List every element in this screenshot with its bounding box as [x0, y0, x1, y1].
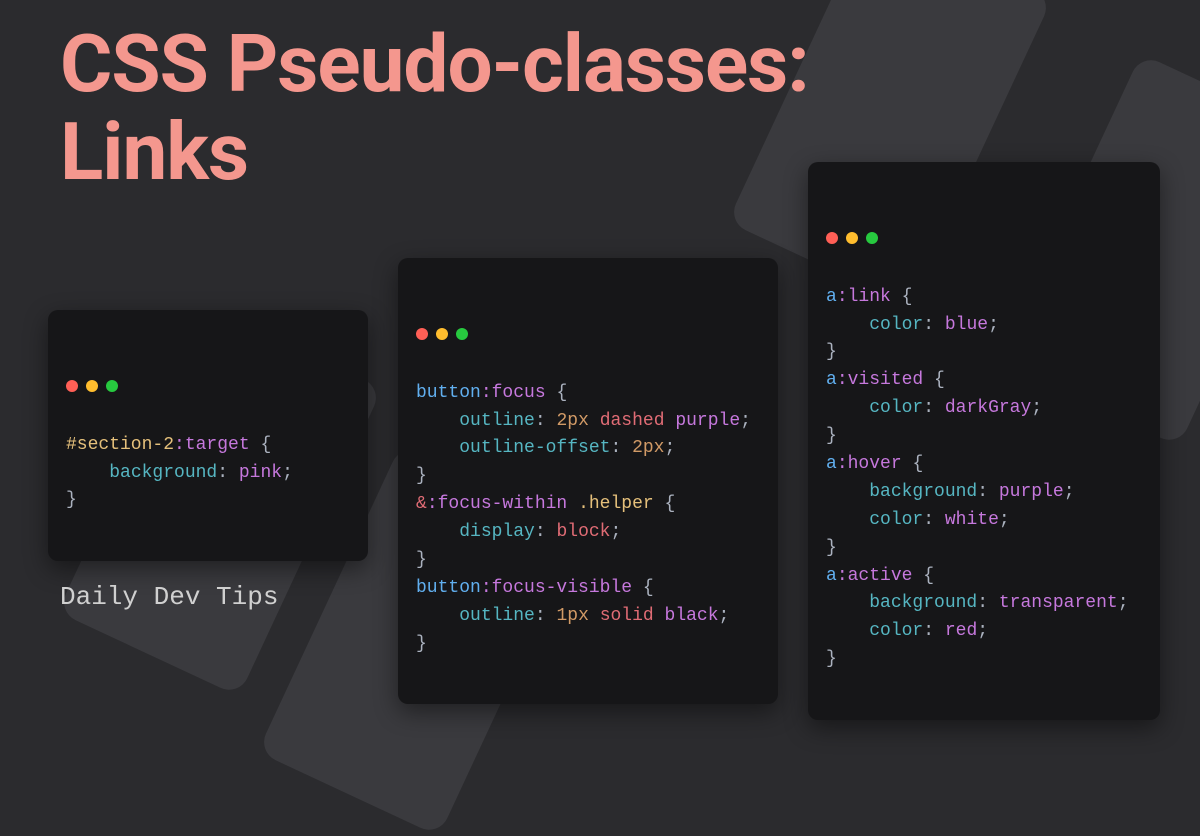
code-block: button:focus { outline: 2px dashed purpl… [416, 380, 760, 659]
css-value: 1px [556, 606, 588, 626]
css-value: purple [675, 411, 740, 431]
selector-id: #section-2 [66, 435, 174, 455]
minimize-icon [86, 380, 98, 392]
window-controls [66, 380, 350, 392]
nesting-operator: & [416, 494, 427, 514]
css-property: color [869, 315, 923, 335]
css-property: color [869, 398, 923, 418]
code-card-links: a:link { color: blue; } a:visited { colo… [808, 162, 1160, 720]
pseudo-class: :active [837, 566, 913, 586]
title-line-1: CSS Pseudo-classes: [60, 17, 809, 111]
css-property: color [869, 510, 923, 530]
pseudo-class: :target [174, 435, 250, 455]
page-title: CSS Pseudo-classes: Links [60, 20, 809, 196]
code-card-target: #section-2:target { background: pink; } [48, 310, 368, 561]
css-value: purple [999, 482, 1064, 502]
css-value: black [665, 606, 719, 626]
css-value: blue [945, 315, 988, 335]
pseudo-class: :focus-within [427, 494, 567, 514]
window-controls [416, 328, 760, 340]
title-line-2: Links [60, 105, 248, 199]
pseudo-class: :focus [481, 383, 546, 403]
css-property: outline [459, 411, 535, 431]
pseudo-class: :link [837, 287, 891, 307]
selector-tag: a [826, 454, 837, 474]
css-property: background [109, 463, 217, 483]
selector-tag: button [416, 578, 481, 598]
close-icon [826, 232, 838, 244]
css-value: dashed [600, 411, 665, 431]
selector-class: .helper [578, 494, 654, 514]
selector-tag: a [826, 370, 837, 390]
css-value: 2px [632, 438, 664, 458]
css-value: darkGray [945, 398, 1031, 418]
css-value: block [556, 522, 610, 542]
close-icon [66, 380, 78, 392]
css-value: white [945, 510, 999, 530]
code-card-focus: button:focus { outline: 2px dashed purpl… [398, 258, 778, 704]
maximize-icon [456, 328, 468, 340]
pseudo-class: :hover [837, 454, 902, 474]
css-value: transparent [999, 593, 1118, 613]
css-value: 2px [556, 411, 588, 431]
footer-brand: Daily Dev Tips [60, 582, 278, 612]
maximize-icon [106, 380, 118, 392]
code-block: #section-2:target { background: pink; } [66, 432, 350, 516]
selector-tag: button [416, 383, 481, 403]
selector-tag: a [826, 287, 837, 307]
css-property: display [459, 522, 535, 542]
css-property: color [869, 621, 923, 641]
code-block: a:link { color: blue; } a:visited { colo… [826, 284, 1142, 674]
selector-tag: a [826, 566, 837, 586]
minimize-icon [846, 232, 858, 244]
css-property: background [869, 482, 977, 502]
close-icon [416, 328, 428, 340]
css-value: red [945, 621, 977, 641]
maximize-icon [866, 232, 878, 244]
css-property: outline-offset [459, 438, 610, 458]
css-value: solid [600, 606, 654, 626]
css-property: background [869, 593, 977, 613]
css-property: outline [459, 606, 535, 626]
pseudo-class: :visited [837, 370, 923, 390]
window-controls [826, 232, 1142, 244]
minimize-icon [436, 328, 448, 340]
css-value: pink [239, 463, 282, 483]
pseudo-class: :focus-visible [481, 578, 632, 598]
